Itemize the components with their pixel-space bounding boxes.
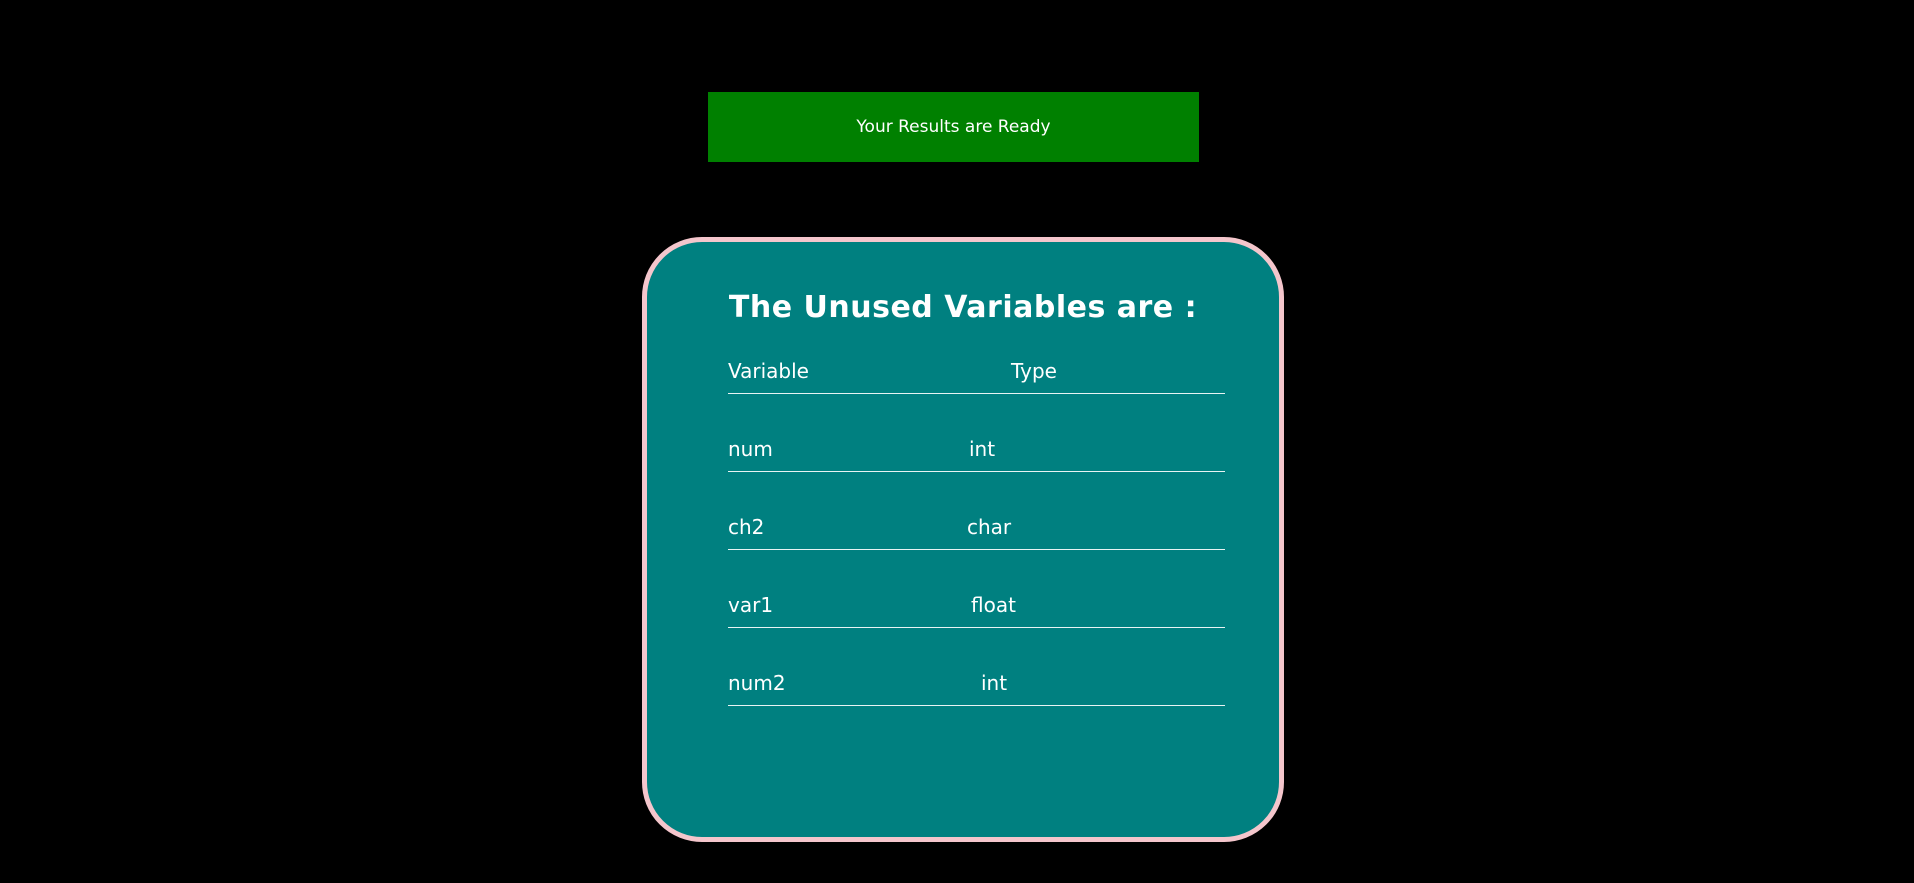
banner-text: Your Results are Ready: [856, 117, 1051, 137]
variable-name: var1: [728, 593, 774, 617]
variable-type: float: [971, 593, 1016, 617]
variable-type: char: [967, 515, 1012, 539]
unused-variables-card: The Unused Variables are : Variable Type…: [642, 237, 1284, 842]
variable-name: ch2: [728, 515, 765, 539]
variable-type: int: [969, 437, 996, 461]
variable-type: int: [981, 671, 1008, 695]
table-row: ch2 char: [728, 472, 1225, 550]
results-ready-banner: Your Results are Ready: [708, 92, 1199, 162]
page: Your Results are Ready The Unused Variab…: [0, 0, 1914, 883]
variable-name: num: [728, 437, 773, 461]
table-header-row: Variable Type: [728, 355, 1225, 394]
card-title: The Unused Variables are :: [728, 290, 1198, 325]
type-column-header: Type: [1011, 359, 1057, 383]
table-row: num int: [728, 394, 1225, 472]
variables-table: Variable Type num int ch2 char var1 floa…: [728, 355, 1225, 706]
variable-name: num2: [728, 671, 786, 695]
table-row: num2 int: [728, 628, 1225, 706]
table-row: var1 float: [728, 550, 1225, 628]
variable-column-header: Variable: [728, 359, 809, 383]
